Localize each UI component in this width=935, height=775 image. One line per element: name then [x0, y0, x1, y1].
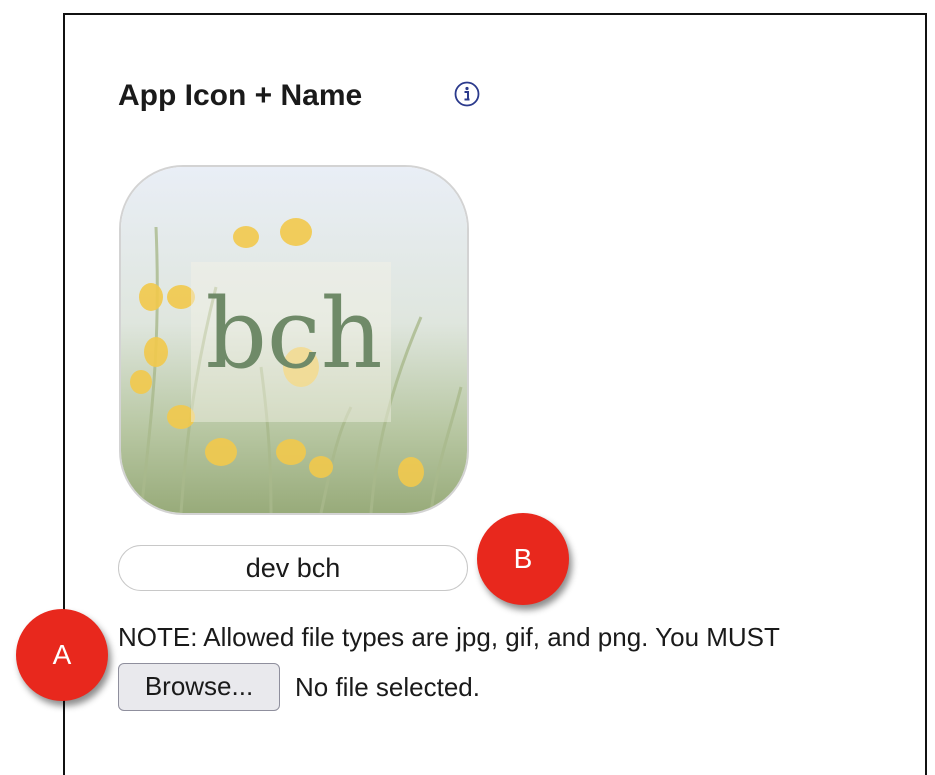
app-icon-image: bch — [119, 165, 469, 515]
section-title: App Icon + Name — [118, 79, 363, 112]
app-icon-monogram: bch — [205, 278, 382, 390]
annotation-marker-b: B — [477, 513, 569, 605]
file-status-text: No file selected. — [295, 672, 480, 702]
file-type-note: NOTE: Allowed file types are jpg, gif, a… — [118, 622, 780, 652]
info-icon[interactable] — [454, 81, 480, 107]
browse-button[interactable]: Browse... — [118, 663, 280, 711]
app-name-field[interactable]: dev bch — [118, 545, 468, 591]
annotation-marker-a: A — [16, 609, 108, 701]
